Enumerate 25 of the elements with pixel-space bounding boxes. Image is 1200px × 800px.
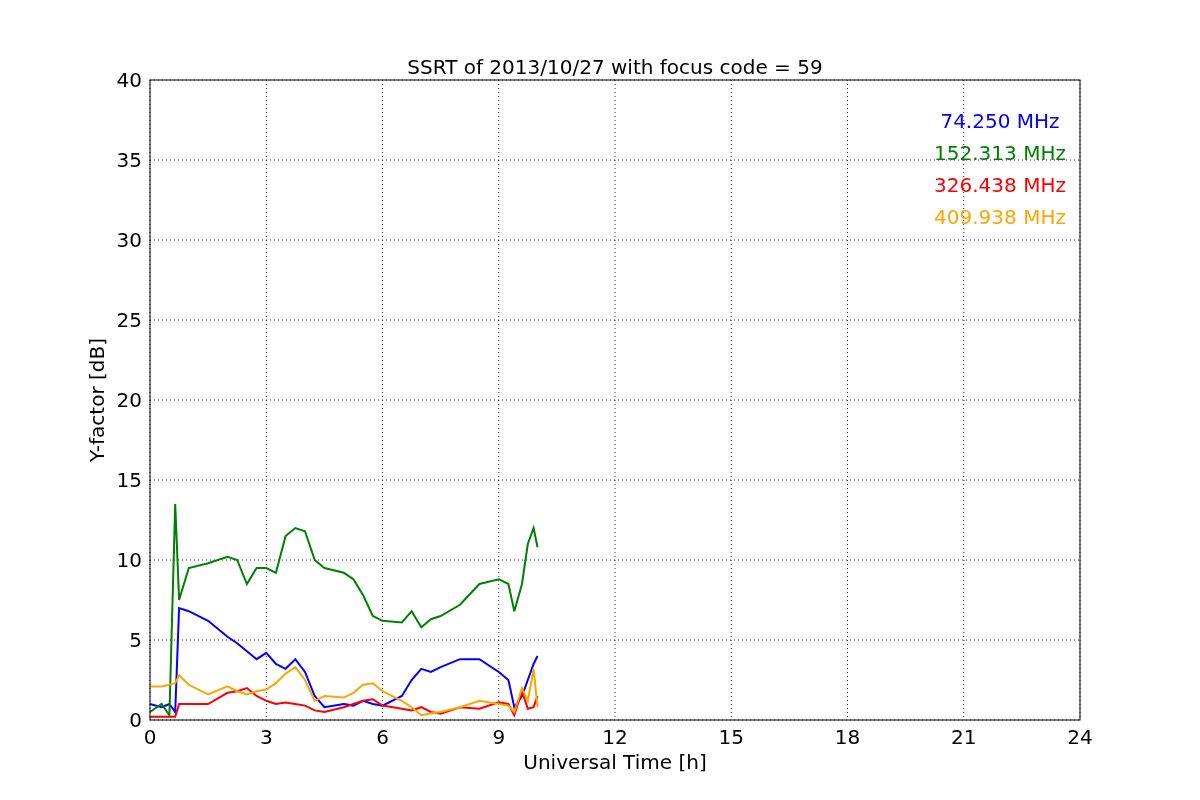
legend-label: 326.438 MHz: [934, 173, 1066, 197]
legend-label: 152.313 MHz: [934, 141, 1066, 165]
y-tick-label: 25: [116, 308, 142, 332]
x-tick-label: 15: [718, 725, 744, 749]
chart-title: SSRT of 2013/10/27 with focus code = 59: [407, 55, 823, 79]
x-axis-label: Universal Time [h]: [523, 750, 707, 774]
y-tick-label: 40: [116, 68, 142, 92]
legend-label: 74.250 MHz: [940, 109, 1060, 133]
x-tick-label: 21: [951, 725, 977, 749]
y-tick-label: 30: [116, 228, 142, 252]
x-tick-label: 9: [492, 725, 506, 749]
y-tick-label: 35: [116, 148, 142, 172]
y-tick-label: 20: [116, 388, 142, 412]
x-tick-label: 6: [376, 725, 389, 749]
x-tick-label: 0: [143, 725, 157, 749]
x-tick-label: 24: [1067, 725, 1093, 749]
x-tick-label: 12: [602, 725, 628, 749]
x-tick-label: 18: [834, 725, 861, 749]
y-axis-label: Y-factor [dB]: [85, 338, 109, 462]
x-tick-label: 3: [259, 725, 273, 749]
y-tick-label: 5: [129, 628, 142, 652]
legend-label: 409.938 MHz: [934, 205, 1066, 229]
y-tick-label: 15: [116, 468, 142, 492]
y-tick-label: 0: [129, 708, 142, 732]
y-tick-label: 10: [116, 548, 142, 572]
